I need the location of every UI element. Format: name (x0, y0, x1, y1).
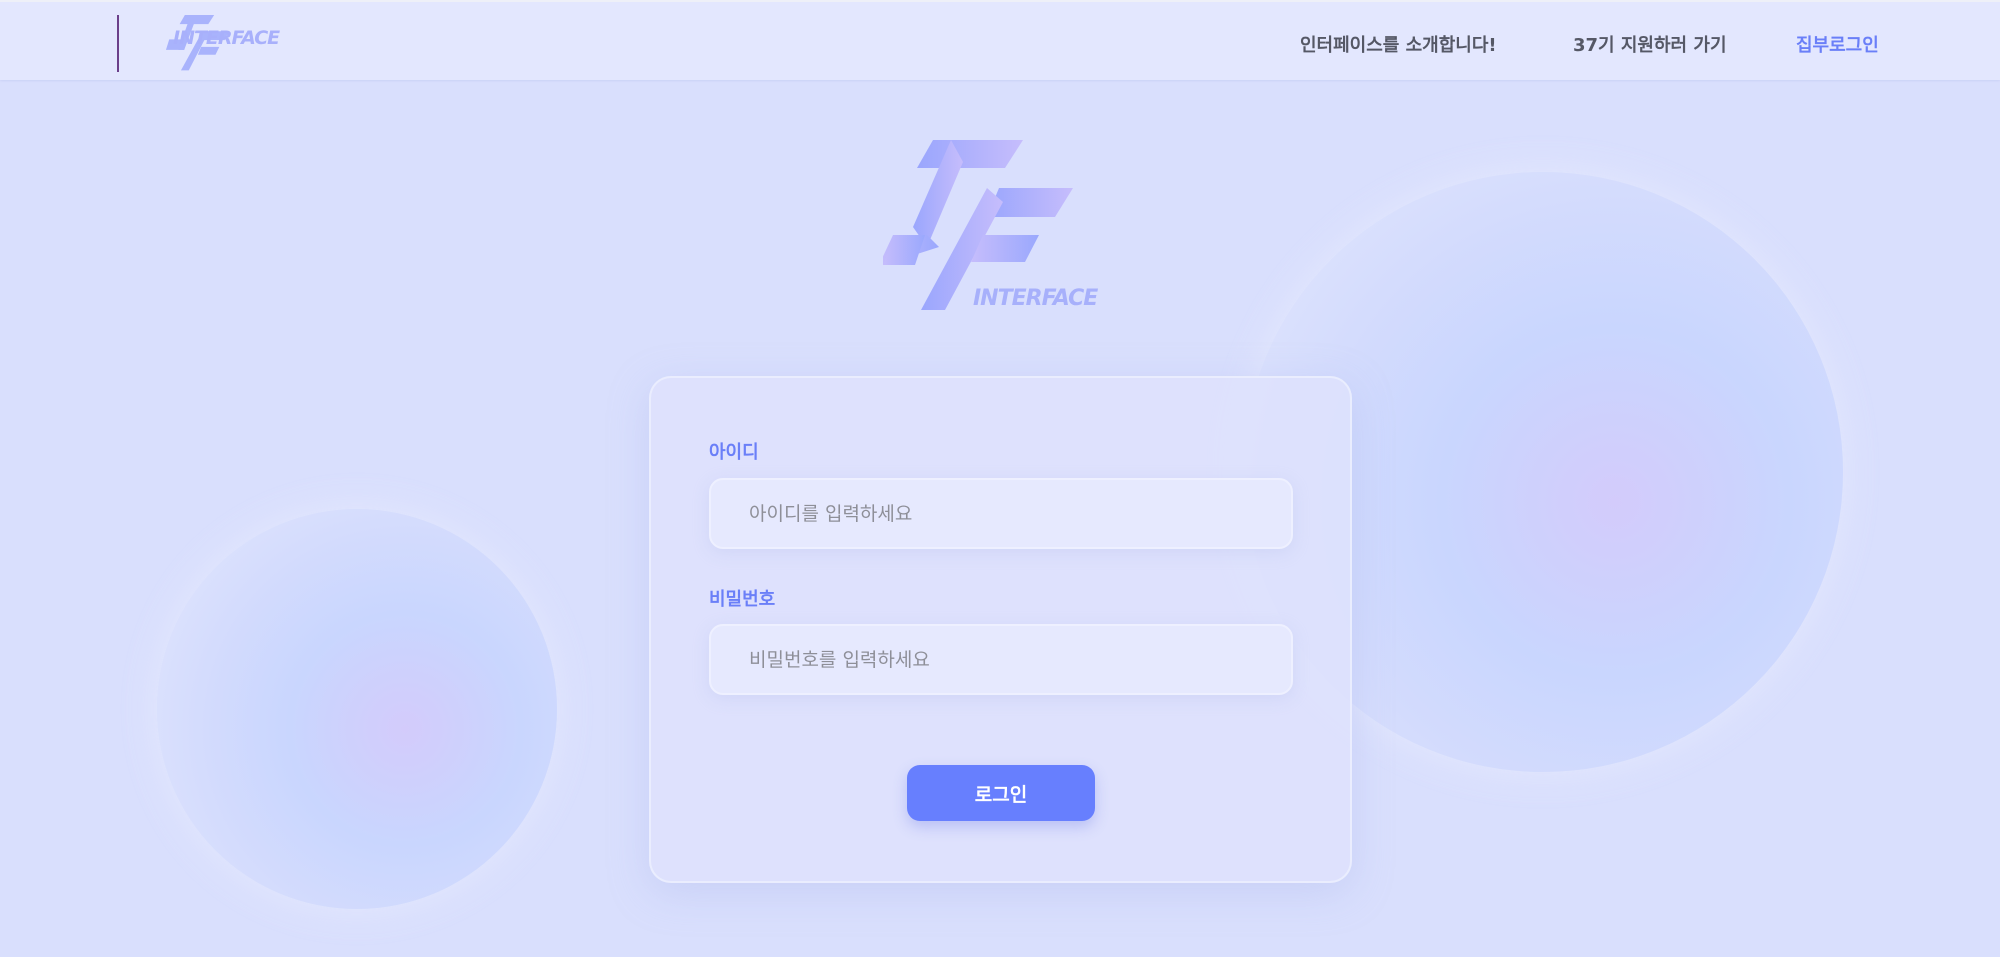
decorative-bubble (157, 509, 557, 909)
nav-link-about[interactable]: 인터페이스를 소개합니다! (1300, 31, 1497, 57)
id-label: 아이디 (709, 442, 759, 463)
hero-logo: INTERFACE (879, 140, 1119, 315)
top-navbar: INTERFACE 인터페이스를 소개합니다! 37기 지원하러 가기 집부로그… (0, 0, 2000, 80)
logo-divider (117, 15, 119, 72)
header-logo[interactable]: INTERFACE (117, 15, 297, 72)
login-form: 아이디 비밀번호 로그인 (649, 376, 1352, 883)
password-input[interactable] (709, 624, 1293, 695)
logo-text: INTERFACE (173, 27, 280, 49)
logo-text: INTERFACE (973, 286, 1098, 311)
password-label: 비밀번호 (709, 589, 776, 610)
nav-link-staff-login[interactable]: 집부로그인 (1796, 31, 1879, 57)
nav-link-apply[interactable]: 37기 지원하러 가기 (1573, 31, 1727, 57)
id-input[interactable] (709, 478, 1293, 549)
login-button[interactable]: 로그인 (907, 765, 1095, 821)
